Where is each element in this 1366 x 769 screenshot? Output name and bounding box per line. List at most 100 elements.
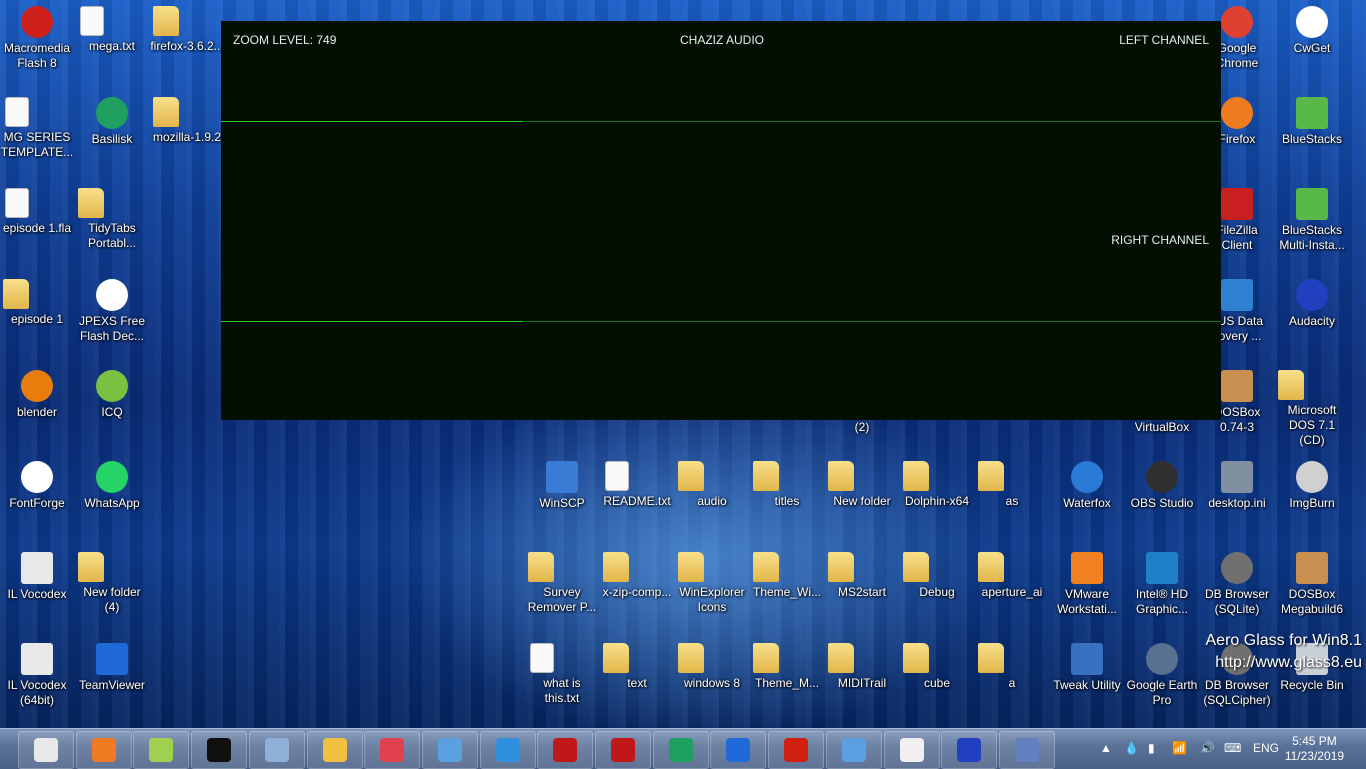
taskbar-button[interactable]	[825, 731, 882, 769]
desktop-icon[interactable]: mega.txt	[75, 6, 149, 54]
keyboard-icon[interactable]: ⌨	[1224, 741, 1241, 755]
desktop-icon[interactable]: titles	[750, 461, 824, 509]
taskbar-button[interactable]	[306, 731, 363, 769]
desktop-icon[interactable]: cube	[900, 643, 974, 691]
taskbar-button[interactable]	[248, 731, 305, 769]
desktop-icon[interactable]: text	[600, 643, 674, 691]
desktop-icon-label: blender	[16, 405, 58, 419]
desktop-icon[interactable]: what is this.txt	[525, 643, 599, 706]
desktop-icon[interactable]: TidyTabs Portabl...	[75, 188, 149, 251]
taskbar-button[interactable]	[479, 731, 536, 769]
desktop-icon[interactable]: DOSBox Megabuild6	[1275, 552, 1349, 617]
desktop-icon[interactable]: episode 1.fla	[0, 188, 74, 236]
desktop-icon[interactable]: Microsoft DOS 7.1 (CD)	[1275, 370, 1349, 448]
desktop-icon[interactable]: IL Vocodex (64bit)	[0, 643, 74, 708]
taskbar-button[interactable]	[18, 731, 74, 769]
desktop-icon-label: MS2start	[837, 585, 886, 599]
desktop-icon[interactable]: mozilla-1.9.2	[150, 97, 224, 145]
desktop-icon-label: a	[1008, 676, 1016, 690]
desktop-icon[interactable]: desktop.ini	[1200, 461, 1274, 511]
desktop-icon[interactable]: BlueStacks Multi-Insta...	[1275, 188, 1349, 253]
desktop-icon[interactable]: MIDITrail	[825, 643, 899, 691]
taskbar-button[interactable]	[75, 731, 132, 769]
desktop-icon[interactable]: VMware Workstati...	[1050, 552, 1124, 617]
taskbar-button[interactable]	[537, 731, 594, 769]
desktop-icon[interactable]: Google Earth Pro	[1125, 643, 1199, 708]
desktop-icon[interactable]: aperture_ai	[975, 552, 1049, 600]
desktop-icon[interactable]: MG SERIES TEMPLATE...	[0, 97, 74, 160]
desktop-icon-label: MG SERIES TEMPLATE...	[0, 130, 74, 159]
desktop-icon[interactable]: a	[975, 643, 1049, 691]
filezilla-icon	[1221, 188, 1253, 220]
language-indicator[interactable]: ENG	[1253, 741, 1279, 755]
desktop-icon[interactable]: WinSCP	[525, 461, 599, 511]
battery-icon[interactable]: ▮	[1148, 741, 1155, 755]
desktop-icon[interactable]: Theme_Wi...	[750, 552, 824, 600]
zoom-level-label: ZOOM LEVEL: 749	[233, 33, 337, 47]
desktop-icon[interactable]: Theme_M...	[750, 643, 824, 691]
desktop-icon[interactable]: Waterfox	[1050, 461, 1124, 511]
desktop-icon[interactable]: Audacity	[1275, 279, 1349, 329]
system-monitor-icon	[264, 738, 289, 762]
desktop-icon-label: desktop.ini	[1208, 496, 1266, 510]
flash-file-icon	[5, 188, 29, 218]
desktop-icon[interactable]: MS2start	[825, 552, 899, 600]
cwget-icon	[1296, 6, 1328, 38]
desktop-icon[interactable]: windows 8	[675, 643, 749, 691]
desktop-icon[interactable]: FontForge	[0, 461, 74, 511]
desktop-icon[interactable]: DB Browser (SQLite)	[1200, 552, 1274, 617]
desktop-icon-label: TeamViewer	[79, 678, 145, 692]
desktop-icon[interactable]: Intel® HD Graphic...	[1125, 552, 1199, 617]
desktop-icon[interactable]: firefox-3.6.2...	[150, 6, 224, 54]
taskbar-button[interactable]	[768, 731, 825, 769]
taskbar-button[interactable]	[710, 731, 767, 769]
desktop-icon[interactable]: ImgBurn	[1275, 461, 1349, 511]
desktop-icon[interactable]: OBS Studio	[1125, 461, 1199, 511]
desktop-icon[interactable]: BlueStacks	[1275, 97, 1349, 147]
taskbar-button[interactable]	[652, 731, 709, 769]
text-file-icon	[530, 643, 554, 673]
desktop-icon[interactable]: audio	[675, 461, 749, 509]
folder-icon	[903, 552, 929, 582]
chaziz-audio-window[interactable]: ZOOM LEVEL: 749 CHAZIZ AUDIO LEFT CHANNE…	[221, 21, 1221, 420]
desktop-icon[interactable]: IL Vocodex	[0, 552, 74, 602]
desktop-icon[interactable]: Debug	[900, 552, 974, 600]
taskbar-button[interactable]	[191, 731, 248, 769]
folder-icon	[903, 461, 929, 491]
show-hidden-icons-icon[interactable]: ▲	[1100, 741, 1112, 755]
desktop-icon[interactable]: as	[975, 461, 1049, 509]
folder-icon	[3, 279, 29, 309]
desktop-icon[interactable]: Dolphin-x64	[900, 461, 974, 509]
desktop-icon-label: DB Browser (SQLite)	[1204, 587, 1269, 616]
desktop-icon[interactable]: Tweak Utility	[1050, 643, 1124, 693]
desktop-icon[interactable]: blender	[0, 370, 74, 420]
desktop-icon[interactable]: README.txt	[600, 461, 674, 509]
desktop-icon[interactable]: x-zip-comp...	[600, 552, 674, 600]
taskbar-button[interactable]	[941, 731, 998, 769]
desktop-icon[interactable]: episode 1	[0, 279, 74, 327]
desktop-icon[interactable]: WinExplorer Icons	[675, 552, 749, 615]
desktop-icon-label: BlueStacks Multi-Insta...	[1279, 223, 1345, 252]
icq-icon	[96, 370, 128, 402]
network-icon[interactable]: 📶	[1172, 741, 1187, 755]
desktop-icon-label: Waterfox	[1063, 496, 1111, 510]
taskbar-button[interactable]	[998, 731, 1055, 769]
desktop-icon[interactable]: Survey Remover P...	[525, 552, 599, 615]
desktop-icon[interactable]: WhatsApp	[75, 461, 149, 511]
desktop-icon[interactable]: CwGet	[1275, 6, 1349, 56]
taskbar-button[interactable]	[364, 731, 421, 769]
desktop-icon[interactable]: New folder (4)	[75, 552, 149, 615]
taskbar-button[interactable]	[883, 731, 940, 769]
drop-icon[interactable]: 💧	[1124, 741, 1139, 755]
desktop-icon[interactable]: New folder	[825, 461, 899, 509]
desktop-icon[interactable]: TeamViewer	[75, 643, 149, 693]
desktop-icon[interactable]: Basilisk	[75, 97, 149, 147]
volume-icon[interactable]: 🔊	[1200, 741, 1215, 755]
taskbar-button[interactable]	[133, 731, 190, 769]
desktop-icon[interactable]: JPEXS Free Flash Dec...	[75, 279, 149, 344]
desktop-icon[interactable]: ICQ	[75, 370, 149, 420]
taskbar-button[interactable]	[421, 731, 478, 769]
desktop-icon[interactable]: Macromedia Flash 8	[0, 6, 74, 71]
taskbar-button[interactable]	[595, 731, 651, 769]
clock[interactable]: 5:45 PM 11/23/2019	[1285, 734, 1344, 764]
